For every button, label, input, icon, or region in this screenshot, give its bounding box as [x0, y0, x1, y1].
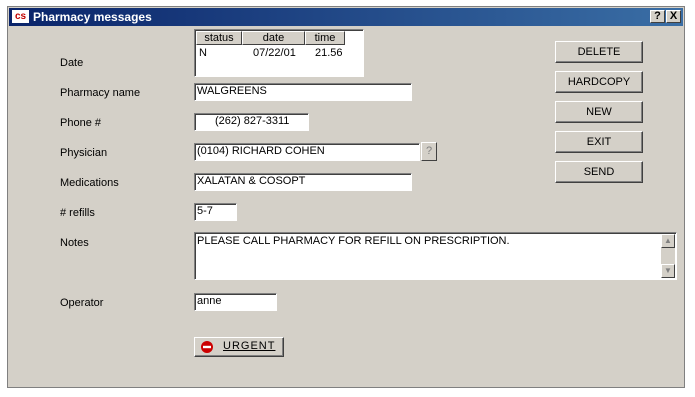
physician-field[interactable]: (0104) RICHARD COHEN [194, 143, 420, 161]
title-bar: cs Pharmacy messages ? X [9, 8, 683, 26]
send-button[interactable]: SEND [555, 161, 643, 183]
notes-textarea[interactable]: PLEASE CALL PHARMACY FOR REFILL ON PRESC… [194, 232, 677, 280]
scroll-up-button[interactable]: ▲ [661, 234, 675, 248]
urgent-label: URGENT [223, 340, 276, 352]
window-title: Pharmacy messages [33, 10, 152, 24]
new-button[interactable]: NEW [555, 101, 643, 123]
no-entry-icon [201, 341, 213, 353]
grid-cell-status[interactable]: N [199, 46, 207, 60]
grid-header-date[interactable]: date [242, 31, 305, 45]
delete-button[interactable]: DELETE [555, 41, 643, 63]
medications-field[interactable]: XALATAN & COSOPT [194, 173, 412, 191]
operator-field[interactable]: anne [194, 293, 277, 311]
notes-scrollbar[interactable]: ▲ ▼ [661, 234, 675, 278]
up-arrow-icon: ▲ [664, 236, 672, 245]
notes-text: PLEASE CALL PHARMACY FOR REFILL ON PRESC… [197, 235, 510, 247]
help-button[interactable]: ? [650, 10, 665, 23]
date-label: Date [60, 57, 84, 69]
medications-label: Medications [60, 177, 119, 189]
down-arrow-icon: ▼ [664, 266, 672, 275]
app-icon: cs [12, 10, 29, 23]
scroll-down-button[interactable]: ▼ [661, 264, 675, 278]
grid-header-status[interactable]: status [196, 31, 242, 45]
refills-field[interactable]: 5-7 [194, 203, 237, 221]
grid-cell-date[interactable]: 07/22/01 [253, 46, 296, 60]
urgent-button[interactable]: URGENT [194, 337, 284, 357]
physician-label: Physician [60, 147, 108, 159]
notes-label: Notes [60, 237, 89, 249]
pharmacy-name-field[interactable]: WALGREENS [194, 83, 412, 101]
phone-field[interactable]: (262) 827-3311 [194, 113, 309, 131]
phone-label: Phone # [60, 117, 101, 129]
physician-lookup-button[interactable]: ? [421, 142, 437, 161]
pharmacy-messages-window: cs Pharmacy messages ? X status date tim… [7, 6, 685, 388]
grid-header-time[interactable]: time [305, 31, 345, 45]
close-button[interactable]: X [666, 10, 681, 23]
exit-button[interactable]: EXIT [555, 131, 643, 153]
grid-cell-time[interactable]: 21.56 [315, 46, 343, 60]
status-grid[interactable]: status date time N 07/22/01 21.56 [194, 29, 364, 77]
hardcopy-button[interactable]: HARDCOPY [555, 71, 643, 93]
operator-label: Operator [60, 297, 104, 309]
pharmacy-name-label: Pharmacy name [60, 87, 141, 99]
refills-label: # refills [60, 207, 95, 219]
